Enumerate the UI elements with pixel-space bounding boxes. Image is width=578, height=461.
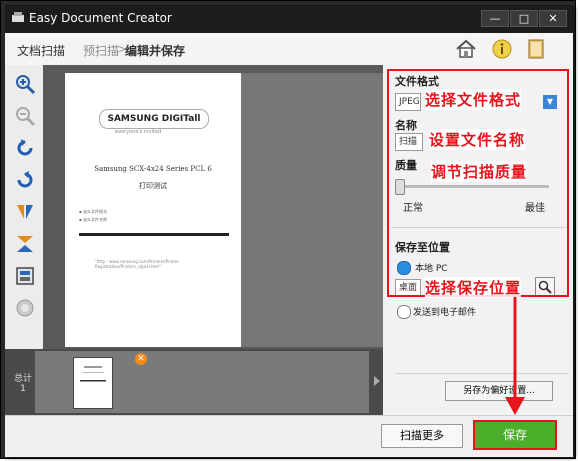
page-heading: Samsung SCX-4x24 Series PCL 6 [94, 165, 212, 173]
annotation-format: 选择文件格式 [425, 89, 522, 110]
close-button[interactable]: ✕ [539, 10, 567, 27]
zoom-in-icon[interactable] [14, 73, 36, 95]
email-label: 发送到电子邮件 [413, 308, 477, 318]
page-thumbnail[interactable] [73, 357, 113, 409]
rotate-left-icon[interactable] [14, 137, 36, 159]
save-as-preference-button[interactable]: 另存为偏好设置... [445, 381, 553, 401]
minimize-button[interactable]: — [481, 10, 509, 27]
total-label: 总计 1 [13, 371, 33, 394]
annotation-name: 设置文件名称 [429, 129, 526, 150]
breadcrumb-edit-save: 编辑并保存 [125, 44, 186, 58]
annotation-quality: 调节扫描质量 [431, 161, 528, 182]
annotation-location: 选择保存位置 [425, 277, 522, 298]
settings-panel: 文件格式 JPEG ▼ 名称 扫描 质量 正常 最佳 保存至位置 本地 PC 桌… [383, 65, 573, 415]
rotate-right-icon[interactable] [14, 169, 36, 191]
page-bullet: ▪ 该么文件名称 [79, 217, 107, 222]
screenshot-frame: Easy Document Creator — □ ✕ 文档扫描 预扫描 > 编… [0, 0, 576, 459]
scan-more-button[interactable]: 扫描更多 [381, 424, 463, 448]
reset-icon[interactable] [14, 297, 36, 319]
logo-tagline: everyone's invited [115, 129, 162, 135]
page-rule [79, 233, 229, 236]
divider [395, 373, 569, 374]
window-title: Easy Document Creator [29, 11, 172, 25]
app-window: Easy Document Creator — □ ✕ 文档扫描 预扫描 > 编… [5, 5, 573, 457]
thumbnail-preview [80, 366, 106, 382]
email-radio[interactable] [397, 305, 411, 319]
document-preview: SAMSUNG DIGITall everyone's invited Sams… [43, 65, 383, 349]
next-arrow-icon[interactable] [373, 375, 381, 387]
toolbar: 文档扫描 预扫描 > 编辑并保存 [5, 33, 573, 66]
info-icon[interactable] [491, 38, 513, 60]
maximize-button[interactable]: □ [510, 10, 538, 27]
scanned-page: SAMSUNG DIGITall everyone's invited Sams… [65, 73, 241, 347]
breadcrumb-prescan[interactable]: 预扫描 [83, 42, 119, 59]
flip-vertical-icon[interactable] [14, 233, 36, 255]
page-shadow [241, 73, 383, 347]
breadcrumb-document-scan[interactable]: 文档扫描 [17, 42, 65, 59]
remove-page-icon[interactable]: ✕ [135, 353, 147, 365]
book-icon[interactable] [525, 38, 547, 60]
zoom-out-icon[interactable] [14, 105, 36, 127]
total-count: 1 [20, 384, 26, 394]
page-footer: "http : www.samsung.com/Printers/Printer… [95, 259, 179, 269]
save-button[interactable]: 保存 [473, 420, 557, 450]
title-bar: Easy Document Creator — □ ✕ [5, 5, 573, 33]
thumbnail-area: ✕ [35, 351, 369, 413]
annotation-arrow [505, 297, 525, 415]
home-icon[interactable] [455, 38, 477, 60]
app-icon [12, 12, 24, 22]
page-bullet: ▪ 该么文件格式 [79, 209, 107, 214]
edit-tools-column [5, 65, 44, 349]
flip-horizontal-icon[interactable] [14, 201, 36, 223]
page-subheading: 打印测试 [139, 182, 167, 190]
samsung-logo: SAMSUNG DIGITall [99, 109, 209, 129]
crop-icon[interactable] [14, 265, 36, 287]
total-text: 总计 [13, 374, 32, 384]
bottom-bar: 扫描更多 保存 [5, 415, 573, 457]
thumbnail-strip: 总计 1 ✕ [5, 349, 383, 415]
